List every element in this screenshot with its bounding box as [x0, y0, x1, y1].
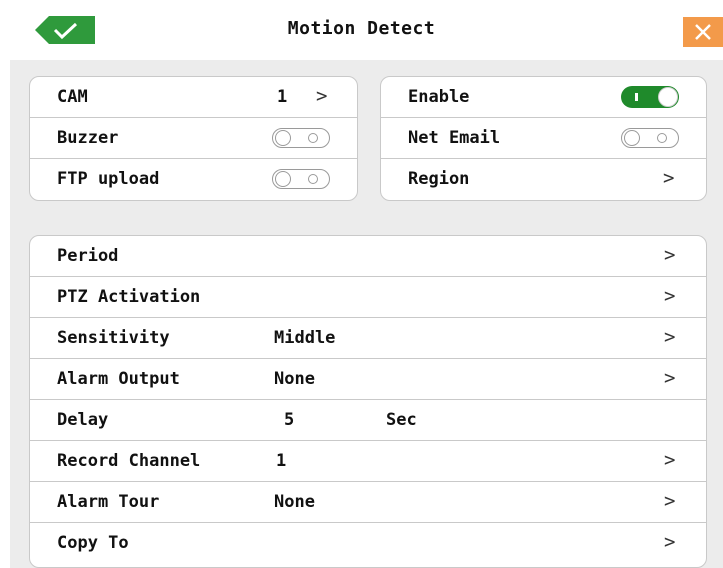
buzzer-toggle[interactable]: [272, 128, 330, 148]
toggle-knob-icon: [624, 130, 640, 146]
chevron-right-icon: >: [664, 285, 676, 307]
alarm-output-row[interactable]: Alarm Output None >: [30, 359, 706, 400]
settings-panel: CAM 1 > Buzzer FTP upload Enable Net Ema…: [10, 60, 723, 568]
region-row[interactable]: Region >: [381, 159, 706, 200]
alarm-tour-label: Alarm Tour: [57, 492, 160, 512]
chevron-right-icon: >: [664, 490, 676, 512]
toggle-knob-icon: [275, 171, 291, 187]
chevron-right-icon: >: [664, 326, 676, 348]
toggle-off-indicator-icon: [308, 174, 318, 184]
cam-row[interactable]: CAM 1 >: [30, 77, 357, 118]
toggle-knob-icon: [658, 87, 678, 107]
enable-toggle[interactable]: [621, 86, 679, 108]
sensitivity-value: Middle: [274, 328, 336, 348]
chevron-right-icon: >: [664, 367, 676, 389]
delay-label: Delay: [57, 410, 109, 430]
delay-row: Delay 5 Sec: [30, 400, 706, 441]
period-row[interactable]: Period >: [30, 236, 706, 277]
delay-unit: Sec: [386, 410, 417, 430]
toggle-off-indicator-icon: [308, 133, 318, 143]
alarm-tour-row[interactable]: Alarm Tour None >: [30, 482, 706, 523]
sensitivity-label: Sensitivity: [57, 328, 170, 348]
buzzer-label: Buzzer: [57, 128, 119, 148]
chevron-right-icon: >: [663, 167, 675, 189]
delay-value[interactable]: 5: [284, 410, 294, 430]
chevron-right-icon: >: [664, 244, 676, 266]
chevron-right-icon: >: [664, 449, 676, 471]
ptz-activation-label: PTZ Activation: [57, 287, 201, 307]
net-email-label: Net Email: [408, 128, 501, 148]
record-channel-label: Record Channel: [57, 451, 201, 471]
detection-settings-card: Period > PTZ Activation > Sensitivity Mi…: [29, 235, 707, 568]
cam-value: 1: [277, 87, 288, 107]
ftp-upload-toggle[interactable]: [272, 169, 330, 189]
record-channel-row[interactable]: Record Channel 1 >: [30, 441, 706, 482]
toggle-knob-icon: [275, 130, 291, 146]
cam-label: CAM: [57, 87, 88, 107]
region-label: Region: [408, 169, 470, 189]
period-label: Period: [57, 246, 119, 266]
enable-row: Enable: [381, 77, 706, 118]
toggle-off-indicator-icon: [657, 133, 667, 143]
window-title: Motion Detect: [287, 18, 436, 39]
alarm-output-label: Alarm Output: [57, 369, 180, 389]
chevron-right-icon: >: [664, 531, 676, 553]
alarm-tour-value: None: [274, 492, 315, 512]
copy-to-row[interactable]: Copy To >: [30, 523, 706, 564]
ftp-upload-row: FTP upload: [30, 159, 357, 200]
chevron-right-icon: >: [316, 85, 328, 107]
net-email-toggle[interactable]: [621, 128, 679, 148]
close-icon: [695, 24, 711, 40]
ftp-upload-label: FTP upload: [57, 169, 160, 189]
toggle-on-indicator-icon: [635, 93, 638, 101]
ptz-activation-row[interactable]: PTZ Activation >: [30, 277, 706, 318]
buzzer-row: Buzzer: [30, 118, 357, 159]
alarm-output-value: None: [274, 369, 315, 389]
camera-options-card: CAM 1 > Buzzer FTP upload: [29, 76, 358, 201]
record-channel-value: 1: [276, 451, 287, 471]
copy-to-label: Copy To: [57, 533, 129, 553]
alarm-options-card: Enable Net Email Region >: [380, 76, 707, 201]
enable-label: Enable: [408, 87, 470, 107]
sensitivity-row[interactable]: Sensitivity Middle >: [30, 318, 706, 359]
close-button[interactable]: [683, 17, 723, 47]
title-bar: Motion Detect: [0, 0, 723, 60]
net-email-row: Net Email: [381, 118, 706, 159]
